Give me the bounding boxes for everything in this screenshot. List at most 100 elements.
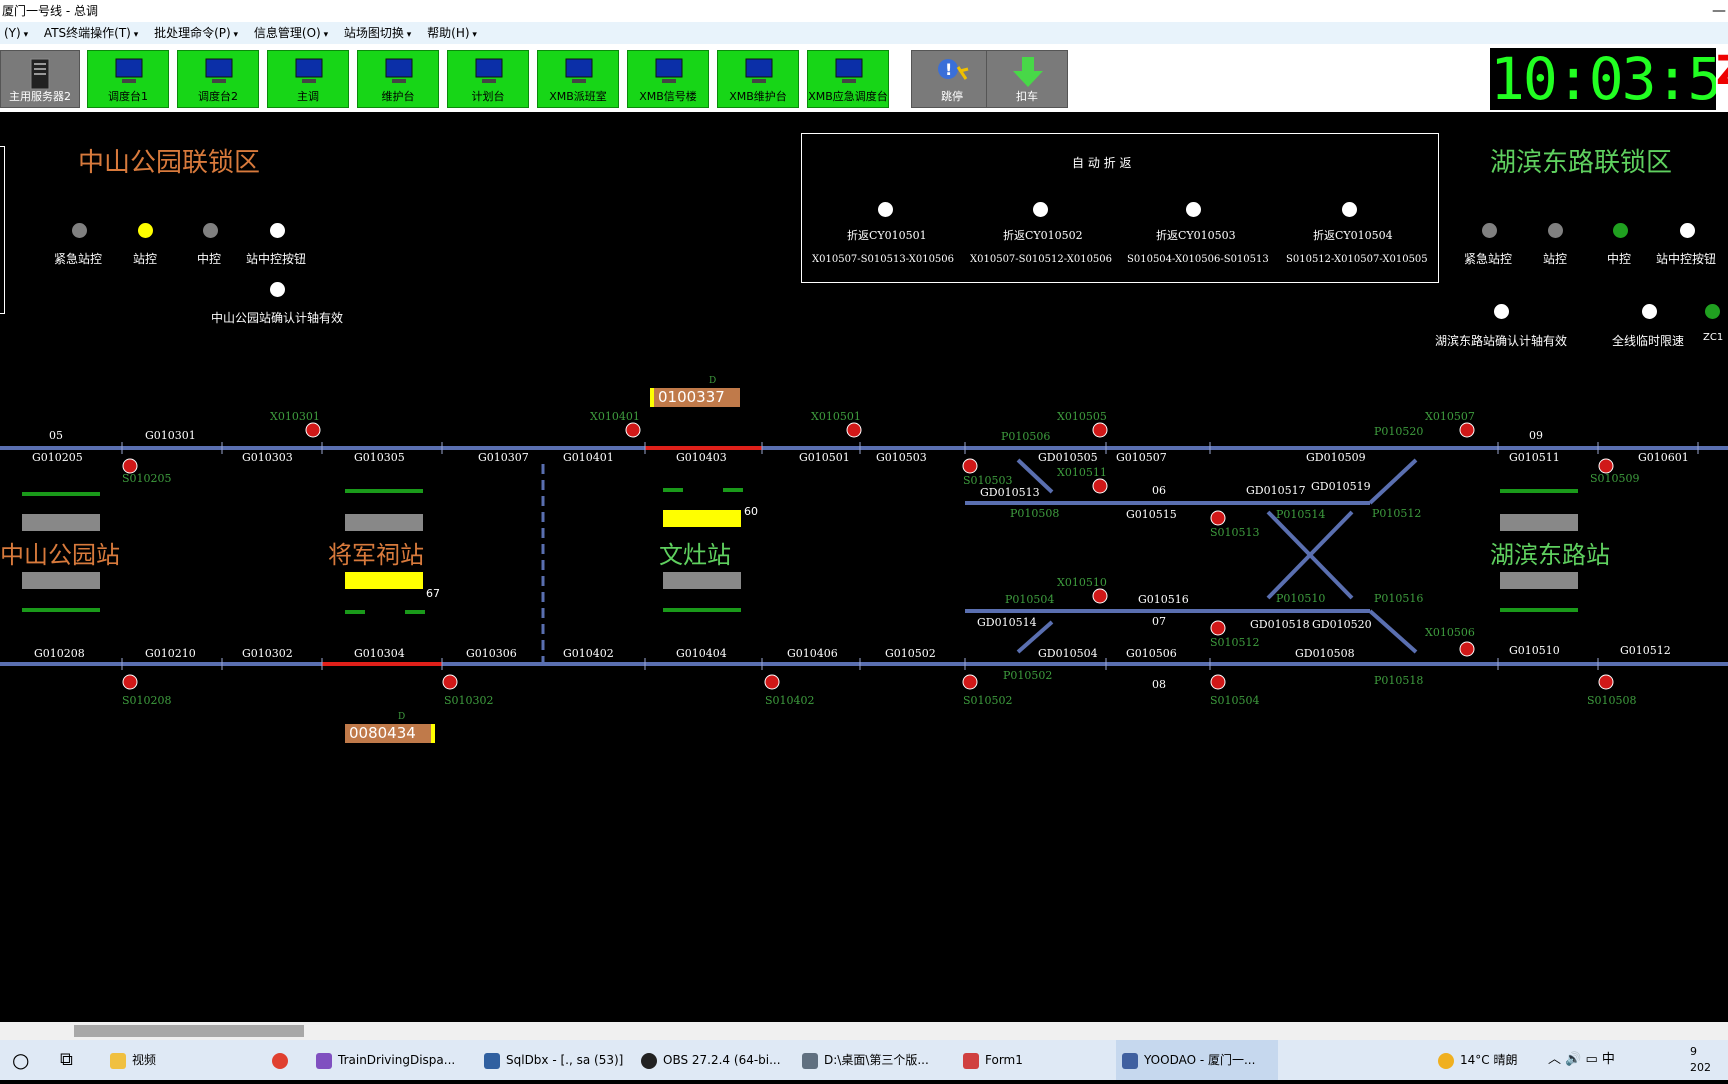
station-wenzao[interactable]: 文灶站 (659, 535, 731, 570)
section-label[interactable]: G010304 (354, 647, 405, 660)
signal-label[interactable]: S010508 (1587, 694, 1637, 707)
signal-label[interactable]: S010513 (1210, 526, 1260, 539)
system-clock[interactable]: 9 202 (1690, 1040, 1711, 1084)
menu-help[interactable]: 帮助(H) (423, 22, 485, 46)
switch-label[interactable]: P010506 (1001, 430, 1050, 443)
signal-label[interactable]: S010509 (1590, 472, 1640, 485)
menu-station-switch[interactable]: 站场图切换 (340, 22, 419, 46)
menu-view[interactable]: (Y) (0, 22, 36, 46)
chrome-icon[interactable] (272, 1040, 294, 1080)
switch-label[interactable]: P010502 (1003, 669, 1052, 682)
main-dispatch-button[interactable]: 主调 (267, 50, 349, 108)
skip-stop-button[interactable]: ! 跳停 (911, 50, 993, 108)
xmb-crew-button[interactable]: XMB派班室 (537, 50, 619, 108)
main-server-button[interactable]: 主用服务器2 (0, 50, 80, 108)
section-label[interactable]: G010302 (242, 647, 293, 660)
section-label[interactable]: GD010508 (1295, 647, 1355, 660)
section-label[interactable]: G010501 (799, 451, 850, 464)
signal-label[interactable]: S010402 (765, 694, 815, 707)
section-label[interactable]: G010503 (876, 451, 927, 464)
train-0080434[interactable]: 0080434 (349, 724, 416, 742)
section-label[interactable]: G010406 (787, 647, 838, 660)
section-label[interactable]: GD010509 (1306, 451, 1366, 464)
tray-icons[interactable]: ︿ 🔊 ▭ 中 (1548, 1040, 1615, 1080)
station-zhongshan[interactable]: 中山公园站 (0, 535, 120, 570)
section-label[interactable]: G010512 (1620, 644, 1671, 657)
signal-label[interactable]: S010504 (1210, 694, 1260, 707)
menu-info[interactable]: 信息管理(O) (250, 22, 336, 46)
section-label[interactable]: GD010513 (980, 486, 1040, 499)
section-label[interactable]: G010516 (1138, 593, 1189, 606)
section-label[interactable]: GD010505 (1038, 451, 1098, 464)
signal-label[interactable]: S010503 (963, 474, 1013, 487)
section-label[interactable]: GD010519 (1311, 480, 1371, 493)
task-yoodao[interactable]: YOODAO - 厦门一... (1116, 1040, 1278, 1080)
switch-label[interactable]: P010504 (1005, 593, 1054, 606)
section-label[interactable]: GD010518 (1250, 618, 1310, 631)
switch-label[interactable]: P010508 (1010, 507, 1059, 520)
section-label[interactable]: G010305 (354, 451, 405, 464)
section-label[interactable]: G010208 (34, 647, 85, 660)
train-0100337[interactable]: 0100337 (658, 388, 725, 406)
section-label[interactable]: G010301 (145, 429, 196, 442)
section-label[interactable]: GD010514 (977, 616, 1037, 629)
task-sqldbx[interactable]: SqlDbx - [., sa (53)] (484, 1040, 623, 1080)
signal-label[interactable]: S010302 (444, 694, 494, 707)
scrollbar-thumb[interactable] (74, 1025, 304, 1037)
section-label[interactable]: GD010504 (1038, 647, 1098, 660)
section-label[interactable]: G010506 (1126, 647, 1177, 660)
station-hubin[interactable]: 湖滨东路站 (1490, 535, 1610, 570)
task-video[interactable]: 视频 (110, 1040, 156, 1080)
switch-label[interactable]: P010510 (1276, 592, 1325, 605)
dispatch2-button[interactable]: 调度台2 (177, 50, 259, 108)
minimize-icon[interactable]: — (1710, 0, 1726, 22)
signal-label[interactable]: S010208 (122, 694, 172, 707)
switch-label[interactable]: P010520 (1374, 425, 1423, 438)
switch-label[interactable]: P010516 (1374, 592, 1423, 605)
section-label[interactable]: G010303 (242, 451, 293, 464)
plan-button[interactable]: 计划台 (447, 50, 529, 108)
menu-batch[interactable]: 批处理命令(P) (150, 22, 246, 46)
section-label[interactable]: G010601 (1638, 451, 1689, 464)
signal-label[interactable]: S010512 (1210, 636, 1260, 649)
weather[interactable]: 14°C 晴朗 (1438, 1040, 1517, 1080)
signal-label[interactable]: X010501 (811, 410, 861, 423)
signal-label[interactable]: X010511 (1057, 466, 1107, 479)
section-label[interactable]: G010510 (1509, 644, 1560, 657)
section-label[interactable]: G010507 (1116, 451, 1167, 464)
task-traindriving[interactable]: TrainDrivingDispa... (316, 1040, 455, 1080)
switch-label[interactable]: P010514 (1276, 508, 1325, 521)
section-label[interactable]: G010515 (1126, 508, 1177, 521)
section-label[interactable]: G010511 (1509, 451, 1560, 464)
section-label[interactable]: G010404 (676, 647, 727, 660)
search-circle-icon[interactable]: ○ (12, 1040, 29, 1080)
xmb-signal-button[interactable]: XMB信号楼 (627, 50, 709, 108)
task-obs[interactable]: OBS 27.2.4 (64-bi... (641, 1040, 781, 1080)
dispatch1-button[interactable]: 调度台1 (87, 50, 169, 108)
signal-label[interactable]: S010502 (963, 694, 1013, 707)
signal-label[interactable]: X010505 (1057, 410, 1107, 423)
signal-label[interactable]: S010205 (122, 472, 172, 485)
hold-train-button[interactable]: 扣车 (986, 50, 1068, 108)
maintenance-button[interactable]: 维护台 (357, 50, 439, 108)
xmb-maintenance-button[interactable]: XMB维护台 (717, 50, 799, 108)
signal-label[interactable]: X010401 (590, 410, 640, 423)
signal-label[interactable]: X010506 (1425, 626, 1475, 639)
horizontal-scrollbar[interactable] (0, 1022, 1728, 1040)
section-label[interactable]: G010306 (466, 647, 517, 660)
task-form1[interactable]: Form1 (963, 1040, 1023, 1080)
menu-ats-terminal[interactable]: ATS终端操作(T) (40, 22, 146, 46)
xmb-emergency-button[interactable]: XMB应急调度台 (807, 50, 889, 108)
section-label[interactable]: G010210 (145, 647, 196, 660)
section-label[interactable]: G010307 (478, 451, 529, 464)
section-label[interactable]: G010403 (676, 451, 727, 464)
section-label[interactable]: G010205 (32, 451, 83, 464)
station-jiangjunci[interactable]: 将军祠站 (328, 535, 424, 570)
task-explorer[interactable]: D:\桌面\第三个版... (802, 1040, 929, 1080)
section-label[interactable]: GD010520 (1312, 618, 1372, 631)
section-label[interactable]: GD010517 (1246, 484, 1306, 497)
switch-label[interactable]: P010518 (1374, 674, 1423, 687)
signal-label[interactable]: X010510 (1057, 576, 1107, 589)
signal-label[interactable]: X010507 (1425, 410, 1475, 423)
switch-label[interactable]: P010512 (1372, 507, 1421, 520)
